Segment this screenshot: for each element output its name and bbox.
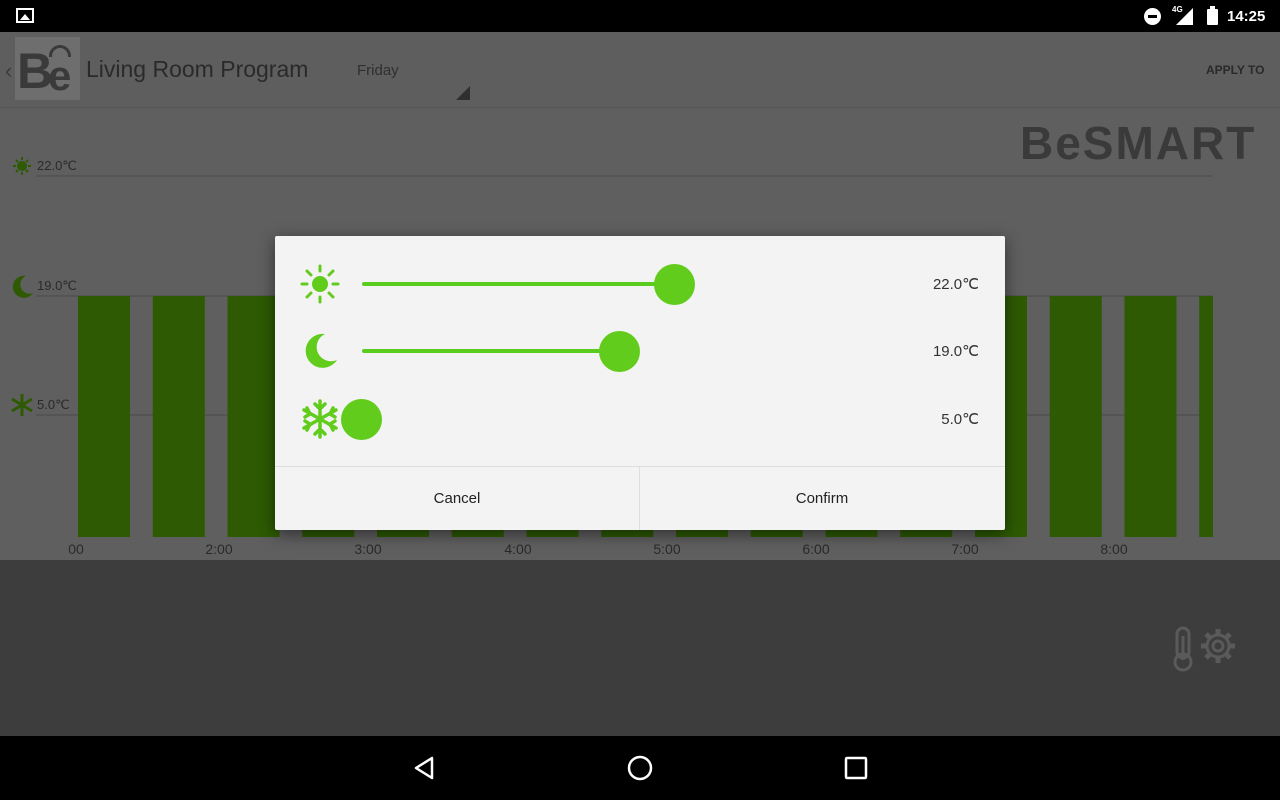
comfort-temperature-value: 22.0℃ — [932, 276, 979, 293]
x-tick-label: 2:00 — [205, 541, 232, 557]
x-tick-label: 3:00 — [354, 541, 381, 557]
cancel-button[interactable]: Cancel — [275, 467, 639, 530]
x-tick-label: 8:00 — [1100, 541, 1127, 557]
moon-icon — [305, 333, 337, 368]
triangle-back-icon — [414, 756, 434, 780]
y-tick-label: 5.0℃ — [37, 397, 70, 412]
signal-icon — [1176, 8, 1193, 25]
comfort-slider-thumb[interactable] — [654, 264, 695, 305]
snowflake-icon — [302, 399, 338, 439]
back-nav-button[interactable] — [410, 753, 440, 783]
square-recents-icon — [844, 756, 868, 780]
thermometer-gear-icon — [1173, 626, 1235, 672]
x-tick-label: 7:00 — [951, 541, 978, 557]
sun-ray — [25, 159, 29, 163]
economy-slider-track[interactable] — [362, 349, 620, 353]
sun-icon — [300, 264, 340, 304]
comfort-slider-track[interactable] — [362, 282, 675, 286]
apply-to-button[interactable]: APPLY TO — [1206, 63, 1264, 77]
dropdown-arrow-icon — [456, 86, 470, 100]
thermostat-settings-button[interactable] — [1168, 624, 1244, 674]
economy-temperature-value: 19.0℃ — [932, 343, 979, 360]
chart-bar — [227, 296, 280, 537]
economy-slider-row: 19.0℃ — [275, 325, 1005, 375]
app-bar: ‹ B e Living Room Program Friday APPLY T… — [0, 32, 1280, 108]
x-tick-label: 00 — [68, 541, 84, 557]
battery-icon — [1207, 6, 1218, 25]
clock: 14:25 — [1227, 8, 1266, 25]
comfort-slider-row: 22.0℃ — [275, 258, 1005, 308]
recents-nav-button[interactable] — [841, 753, 871, 783]
chevron-left-icon[interactable]: ‹ — [5, 58, 12, 84]
temperature-dialog: 22.0℃ 19.0℃ 5.0℃ Cancel Confirm — [275, 236, 1005, 530]
gallery-icon — [16, 8, 34, 23]
chart-bar — [152, 296, 205, 537]
frost-slider-row: 5.0℃ — [275, 393, 1005, 443]
chart-bar — [78, 296, 130, 537]
moon-icon — [12, 275, 34, 298]
day-select-value: Friday — [357, 62, 399, 79]
frost-temperature-value: 5.0℃ — [941, 411, 979, 428]
page-title: Living Room Program — [86, 56, 309, 82]
chart-bar — [1124, 296, 1177, 537]
circle-home-icon — [627, 755, 653, 781]
chart-bar — [1049, 296, 1102, 537]
sun-ray — [15, 169, 19, 173]
y-tick-label: 19.0℃ — [37, 278, 77, 293]
do-not-disturb-icon — [1144, 8, 1161, 25]
y-tick-label: 22.0℃ — [37, 158, 77, 173]
app-logo[interactable]: B e — [15, 37, 80, 100]
chart-bar — [1199, 296, 1213, 537]
status-bar: 4G 14:25 — [0, 0, 1280, 32]
day-select[interactable]: Friday — [350, 52, 472, 100]
sun-ray — [25, 169, 29, 173]
frost-slider-thumb[interactable] — [341, 399, 382, 440]
confirm-button[interactable]: Confirm — [640, 467, 1004, 530]
sun-ray — [15, 159, 19, 163]
bottom-panel — [0, 560, 1280, 736]
navigation-bar — [0, 736, 1280, 800]
economy-slider-thumb[interactable] — [599, 331, 640, 372]
sun-icon — [17, 161, 27, 171]
x-tick-label: 5:00 — [653, 541, 680, 557]
x-tick-label: 6:00 — [802, 541, 829, 557]
home-nav-button[interactable] — [625, 753, 655, 783]
screen: 4G 14:25 ‹ B e Living Room Program Frida… — [0, 0, 1280, 800]
x-tick-label: 4:00 — [504, 541, 531, 557]
